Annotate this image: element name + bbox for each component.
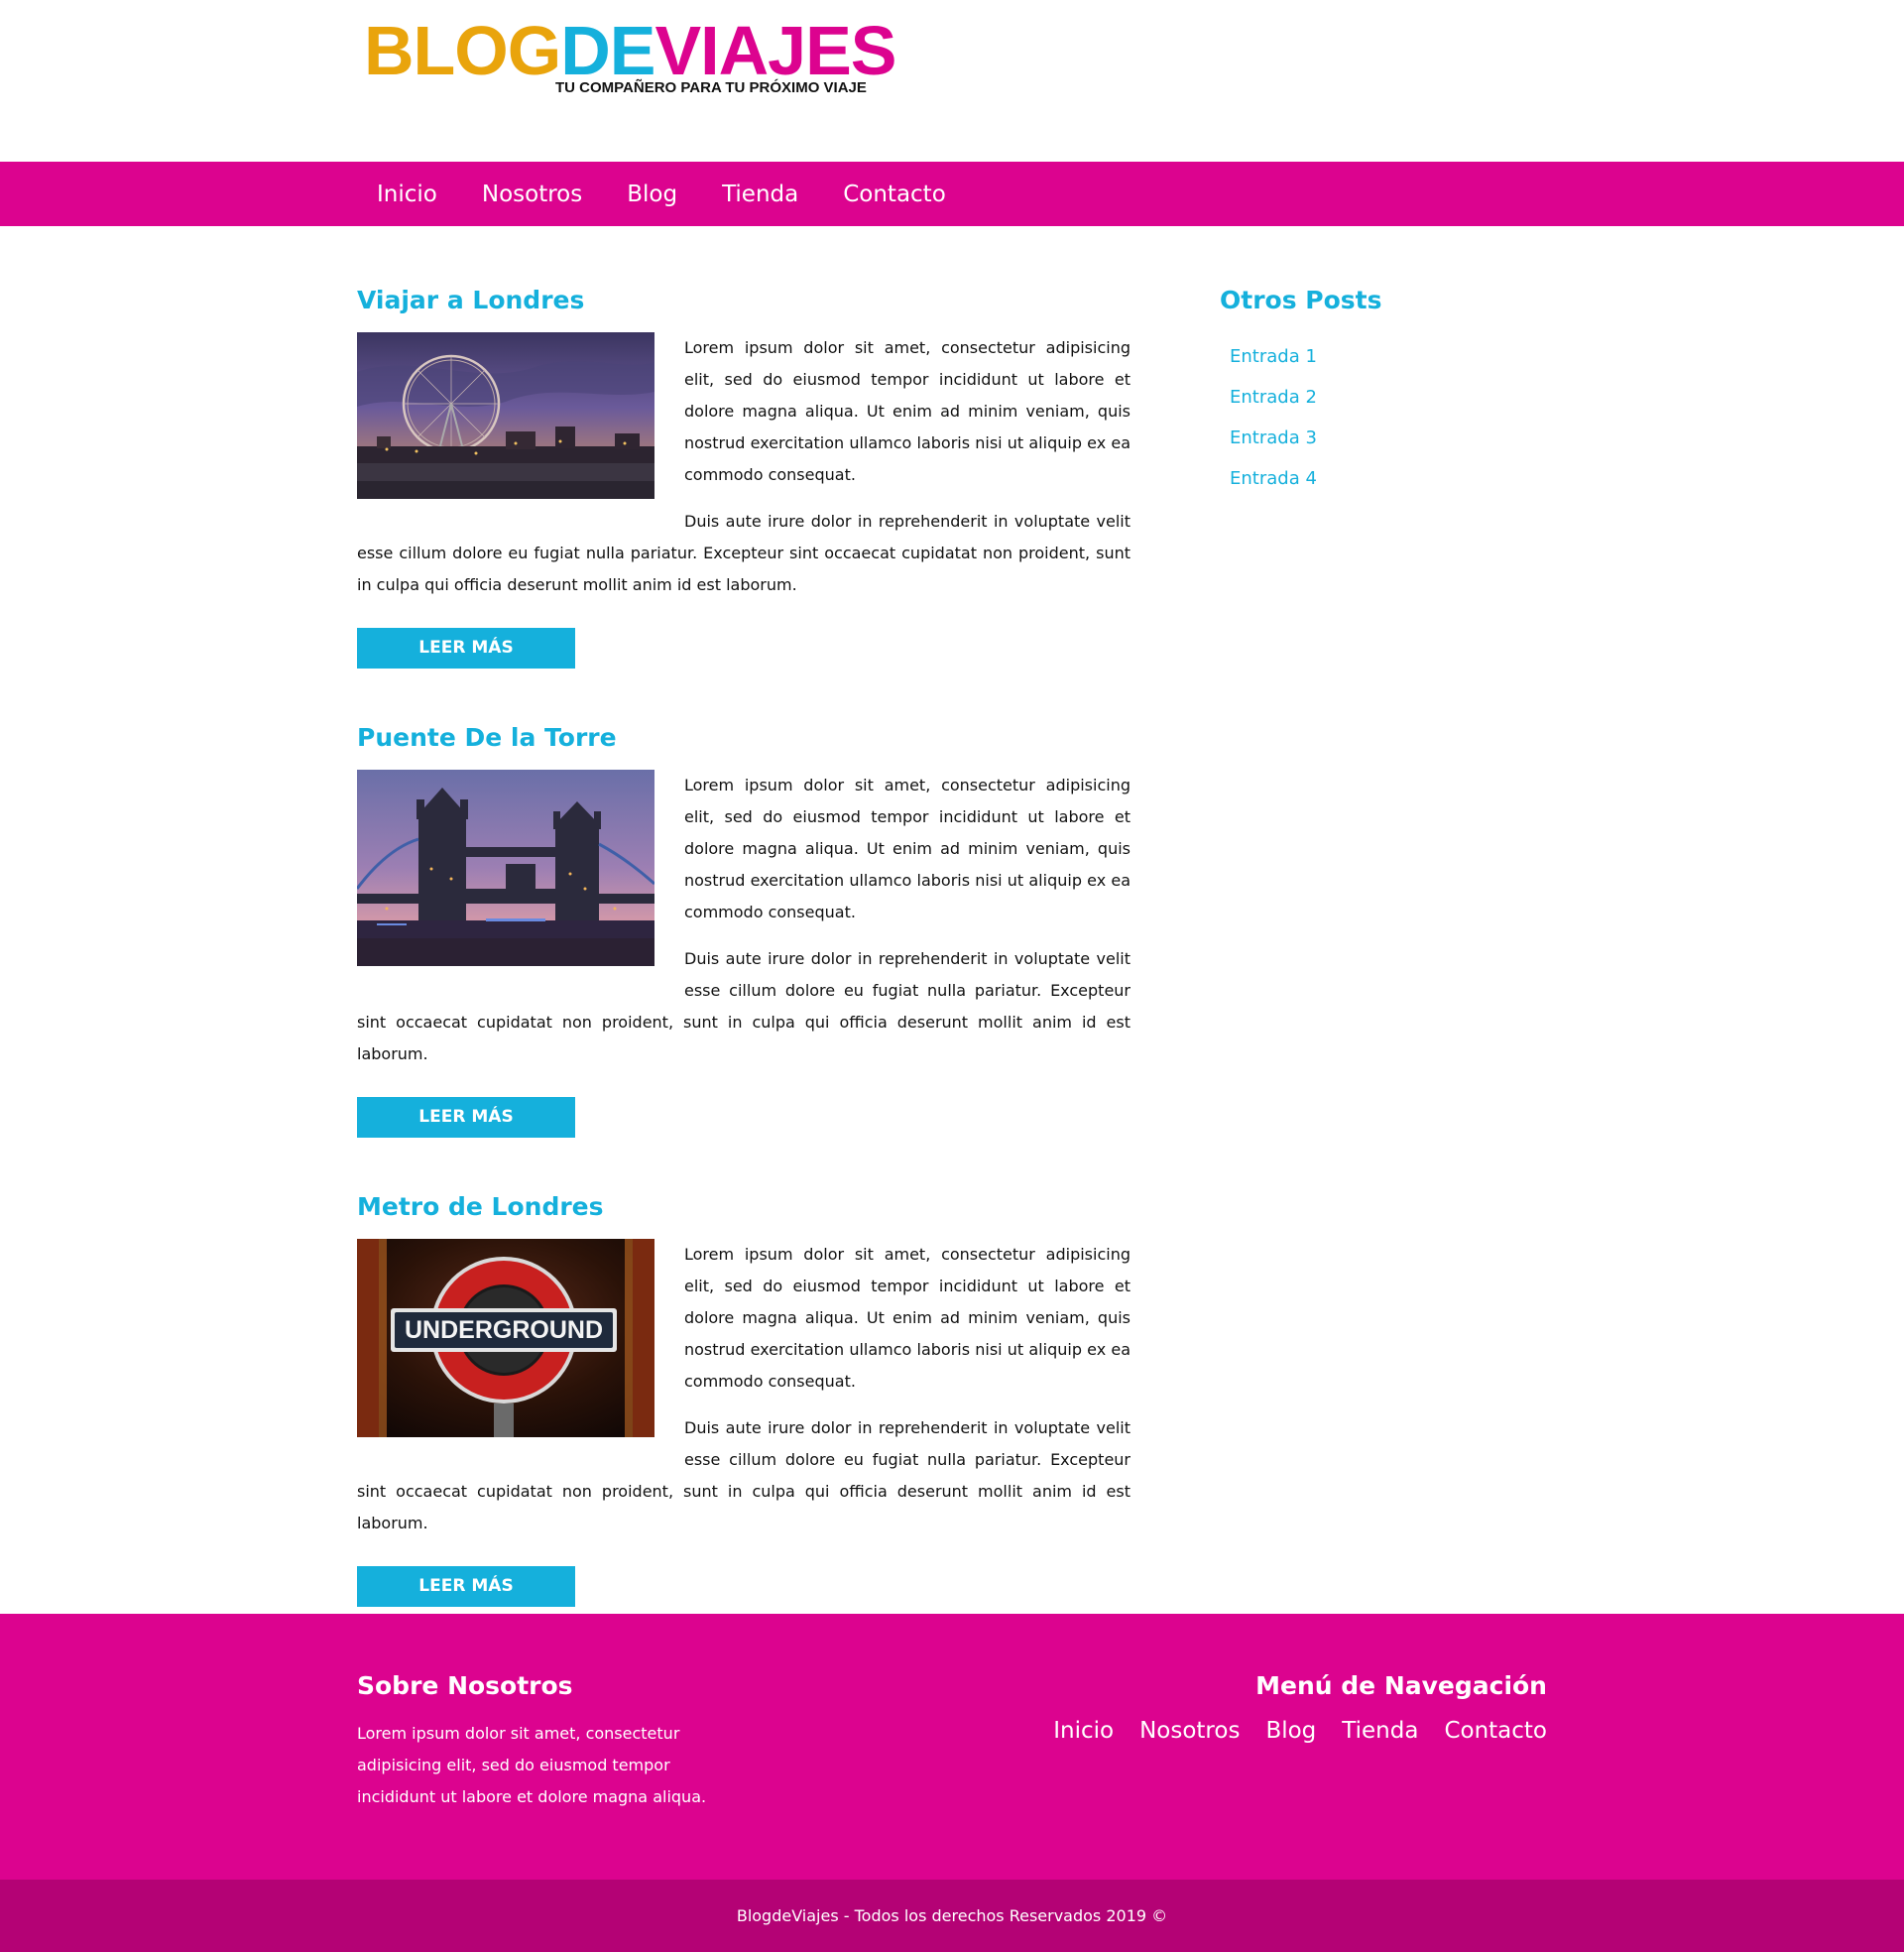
- footer-nav-contacto[interactable]: Contacto: [1444, 1718, 1547, 1744]
- blog-post: Viajar a Londres Lorem ipsum dolor sit a…: [357, 286, 1130, 669]
- sidebar-item-entrada-1[interactable]: Entrada 1: [1230, 336, 1547, 377]
- post-title[interactable]: Viajar a Londres: [357, 286, 1130, 314]
- site-logo[interactable]: BLOGDEVIAJES TU COMPAÑERO PARA TU PRÓXIM…: [364, 16, 896, 105]
- sidebar-item-entrada-2[interactable]: Entrada 2: [1230, 377, 1547, 418]
- nav-item-contacto[interactable]: Contacto: [843, 182, 946, 207]
- logo-wordmark: BLOGDEVIAJES: [364, 16, 896, 85]
- blog-post: Metro de Londres UNDERGROUND Lorem ipsum…: [357, 1192, 1130, 1607]
- tower-bridge-photo: [357, 770, 654, 970]
- posts-column: Viajar a Londres Lorem ipsum dolor sit a…: [357, 286, 1130, 1661]
- site-header: BLOGDEVIAJES TU COMPAÑERO PARA TU PRÓXIM…: [357, 0, 1547, 162]
- sidebar: Otros Posts Entrada 1 Entrada 2 Entrada …: [1190, 286, 1547, 1661]
- sidebar-list: Entrada 1 Entrada 2 Entrada 3 Entrada 4: [1220, 336, 1547, 499]
- footer-nav-blog[interactable]: Blog: [1265, 1718, 1316, 1744]
- sidebar-item-entrada-3[interactable]: Entrada 3: [1230, 418, 1547, 458]
- main-nav: Inicio Nosotros Blog Tienda Contacto: [0, 162, 1904, 226]
- footer-about: Sobre Nosotros Lorem ipsum dolor sit ame…: [357, 1671, 734, 1813]
- read-more-button[interactable]: LEER MÁS: [357, 1097, 575, 1138]
- read-more-button[interactable]: LEER MÁS: [357, 1566, 575, 1607]
- site-footer: Sobre Nosotros Lorem ipsum dolor sit ame…: [0, 1614, 1904, 1880]
- blog-post: Puente De la Torre Lorem ipsum dolor sit…: [357, 723, 1130, 1138]
- nav-item-tienda[interactable]: Tienda: [722, 182, 798, 207]
- post-title[interactable]: Metro de Londres: [357, 1192, 1130, 1221]
- nav-item-blog[interactable]: Blog: [627, 182, 677, 207]
- footer-nav-tienda[interactable]: Tienda: [1342, 1718, 1418, 1744]
- sidebar-title: Otros Posts: [1220, 286, 1382, 314]
- footer-nav-inicio[interactable]: Inicio: [1053, 1718, 1114, 1744]
- read-more-button[interactable]: LEER MÁS: [357, 628, 575, 669]
- footer-nav-title: Menú de Navegación: [1255, 1671, 1547, 1700]
- footer-nav: Menú de Navegación Inicio Nosotros Blog …: [1027, 1671, 1547, 1813]
- main-area: Viajar a Londres Lorem ipsum dolor sit a…: [357, 226, 1547, 1661]
- underground-sign-text: UNDERGROUND: [405, 1316, 603, 1344]
- tower-bridge-image: [357, 770, 654, 966]
- footer-about-title: Sobre Nosotros: [357, 1671, 573, 1700]
- nav-item-inicio[interactable]: Inicio: [377, 182, 437, 207]
- ferris-wheel-image: [357, 332, 654, 499]
- sidebar-item-entrada-4[interactable]: Entrada 4: [1230, 458, 1547, 499]
- underground-sign-photo: UNDERGROUND: [357, 1239, 654, 1441]
- footer-nav-list: Inicio Nosotros Blog Tienda Contacto: [1027, 1718, 1547, 1744]
- logo-part-blog: BLOG: [364, 12, 561, 89]
- footer-nav-nosotros[interactable]: Nosotros: [1139, 1718, 1240, 1744]
- main-nav-list: Inicio Nosotros Blog Tienda Contacto: [357, 162, 1547, 226]
- logo-part-de: DE: [560, 12, 655, 89]
- ferris-wheel-photo: [357, 332, 654, 503]
- nav-item-nosotros[interactable]: Nosotros: [482, 182, 582, 207]
- underground-sign-image: UNDERGROUND: [357, 1239, 654, 1437]
- post-title[interactable]: Puente De la Torre: [357, 723, 1130, 752]
- post-body: Duis aute irure dolor in reprehenderit i…: [357, 512, 1130, 594]
- logo-part-viajes: VIAJES: [654, 12, 896, 89]
- logo-tagline: TU COMPAÑERO PARA TU PRÓXIMO VIAJE: [555, 79, 867, 96]
- footer-about-text: Lorem ipsum dolor sit amet, consectetur …: [357, 1724, 707, 1806]
- copyright-bar: BlogdeViajes - Todos los derechos Reserv…: [0, 1880, 1904, 1952]
